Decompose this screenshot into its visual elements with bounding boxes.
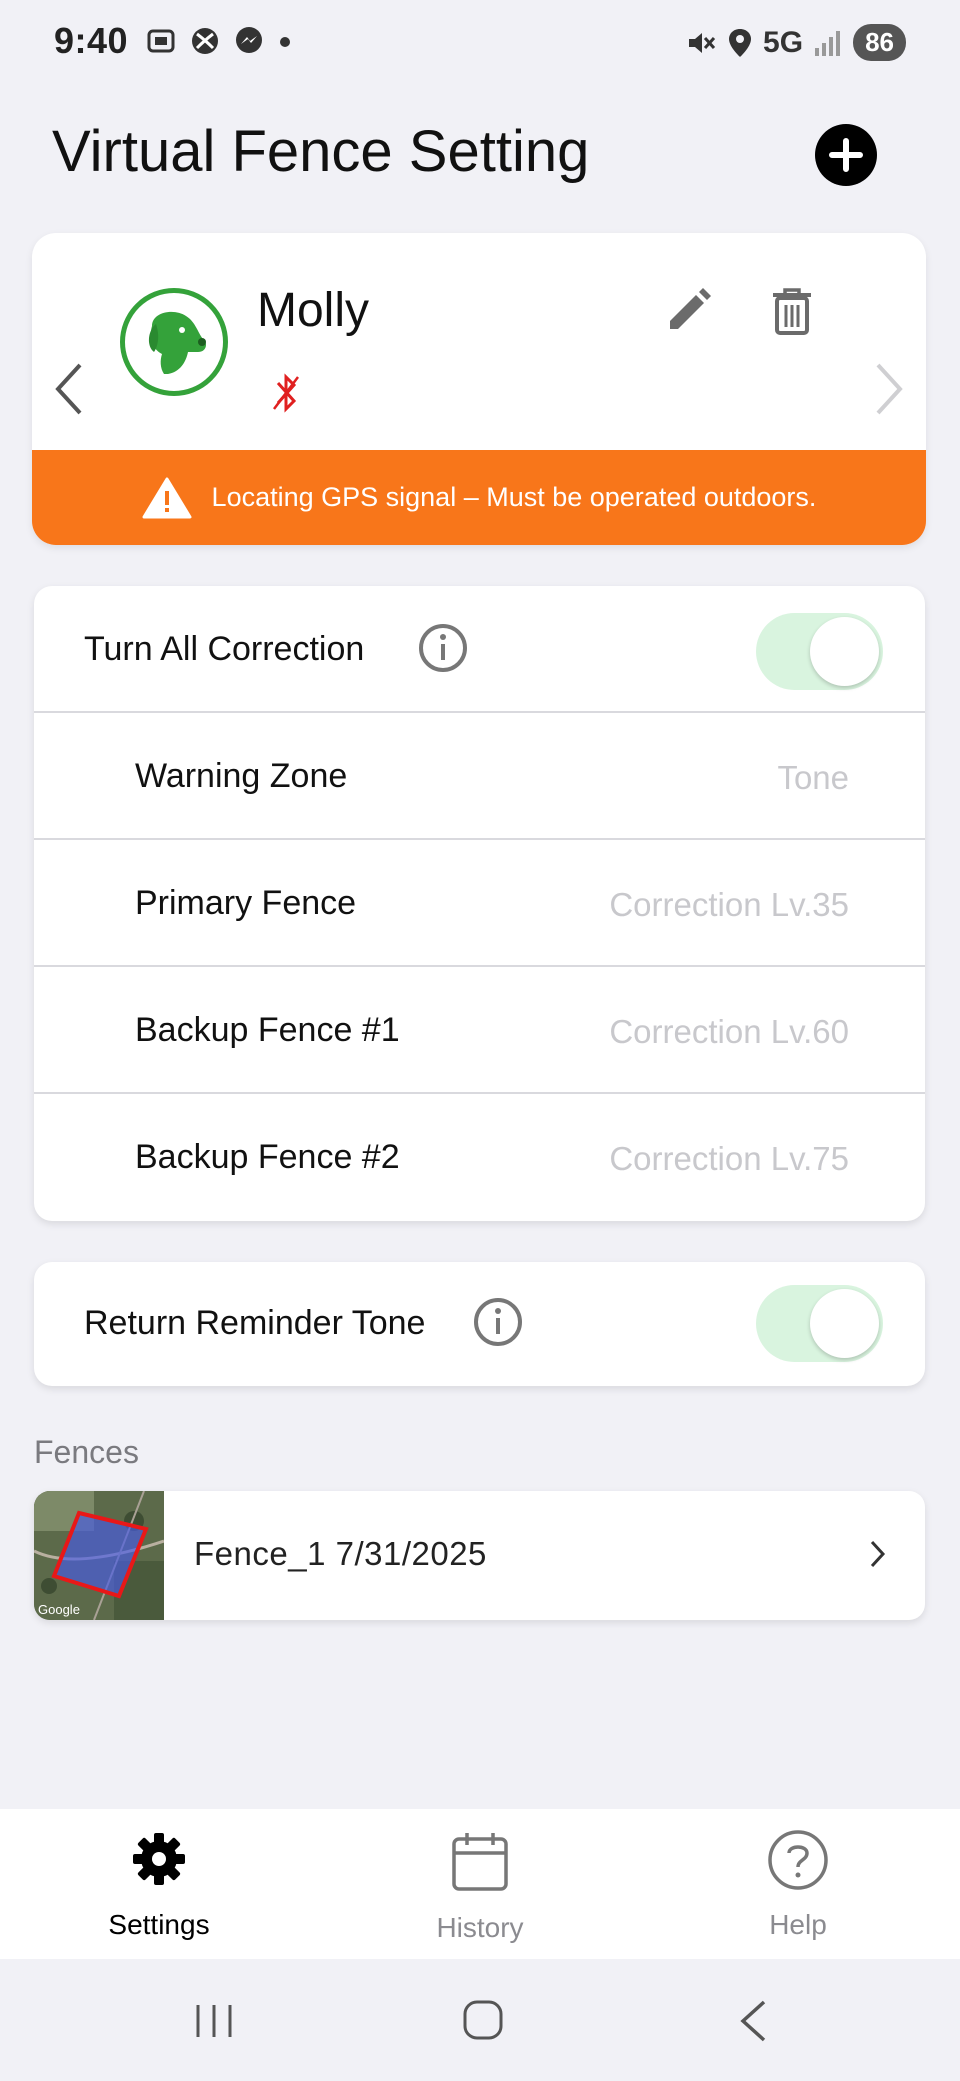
dot-icon (280, 37, 290, 47)
primary-fence-label: Primary Fence (135, 884, 357, 922)
toggle-knob (810, 1289, 879, 1358)
return-reminder-card: Return Reminder Tone (34, 1262, 925, 1386)
chevron-right-icon (870, 1540, 886, 1568)
pet-avatar (120, 288, 228, 396)
tab-history-label: History (436, 1912, 524, 1943)
screenshot-icon (147, 29, 175, 53)
info-icon[interactable] (417, 622, 469, 674)
turn-all-correction-row: Turn All Correction (34, 586, 925, 713)
mute-icon (689, 32, 716, 53)
status-right: 5G 86 (685, 24, 906, 61)
system-nav-bar (0, 1959, 960, 2081)
primary-fence-row[interactable]: Primary Fence Correction Lv.35 (34, 840, 925, 967)
messenger-icon (236, 27, 262, 53)
map-image: Google (34, 1491, 164, 1620)
bluetooth-disconnected-icon (273, 373, 299, 413)
fence-name: Fence_1 7/31/2025 (194, 1535, 487, 1572)
recent-apps-button[interactable] (192, 2003, 236, 2039)
backup-fence-1-label: Backup Fence #1 (135, 1011, 400, 1049)
tab-history[interactable]: History (380, 1809, 580, 1959)
warning-zone-value: Tone (777, 759, 849, 796)
help-icon (768, 1830, 828, 1890)
fence-list-item[interactable]: Google Fence_1 7/31/2025 (34, 1491, 925, 1620)
status-bar: 9:40 5G 86 (0, 0, 960, 90)
xbox-icon (192, 28, 218, 54)
backup-fence-2-row[interactable]: Backup Fence #2 Correction Lv.75 (34, 1094, 925, 1221)
return-reminder-label: Return Reminder Tone (84, 1304, 426, 1342)
warning-icon (142, 477, 192, 518)
bottom-tab-bar: Settings History Help (0, 1809, 960, 1959)
turn-all-correction-toggle[interactable] (756, 613, 883, 690)
toggle-knob (810, 617, 879, 686)
back-button[interactable] (738, 1999, 768, 2043)
correction-card: Turn All Correction Warning Zone Tone Pr… (34, 586, 925, 1221)
add-button[interactable] (815, 124, 877, 186)
battery-indicator: 86 (853, 24, 906, 61)
gps-warning-banner: Locating GPS signal – Must be operated o… (32, 450, 926, 545)
notification-icons (146, 26, 292, 56)
dog-icon (148, 311, 206, 374)
tab-help-label: Help (769, 1909, 827, 1940)
warning-zone-row[interactable]: Warning Zone Tone (34, 713, 925, 840)
tab-settings-label: Settings (108, 1909, 210, 1940)
primary-fence-value: Correction Lv.35 (609, 886, 849, 923)
return-reminder-toggle[interactable] (756, 1285, 883, 1362)
warning-zone-label: Warning Zone (135, 757, 348, 795)
plus-icon (829, 138, 863, 172)
gear-icon (133, 1833, 185, 1885)
signal-icon (815, 30, 841, 56)
backup-fence-2-value: Correction Lv.75 (609, 1140, 849, 1177)
delete-button[interactable] (767, 285, 817, 337)
page-title: Virtual Fence Setting (52, 119, 590, 184)
backup-fence-2-label: Backup Fence #2 (135, 1138, 400, 1176)
fences-heading: Fences (34, 1434, 139, 1470)
location-icon (729, 28, 752, 57)
gps-warning-text: Locating GPS signal – Must be operated o… (211, 482, 817, 512)
tab-settings[interactable]: Settings (59, 1809, 259, 1959)
next-pet-button[interactable] (874, 361, 904, 417)
edit-button[interactable] (662, 285, 714, 337)
calendar-icon (452, 1833, 508, 1891)
turn-all-correction-label: Turn All Correction (84, 630, 365, 668)
pet-name: Molly (257, 284, 370, 337)
tab-help[interactable]: Help (698, 1809, 898, 1959)
home-button[interactable] (462, 1999, 504, 2041)
status-time: 9:40 (54, 20, 129, 61)
network-label: 5G (763, 25, 804, 59)
pet-card: Molly Locating GPS signal – Must be oper… (32, 233, 926, 545)
fence-map-thumbnail: Google (34, 1491, 164, 1620)
backup-fence-1-value: Correction Lv.60 (609, 1013, 849, 1050)
backup-fence-1-row[interactable]: Backup Fence #1 Correction Lv.60 (34, 967, 925, 1094)
previous-pet-button[interactable] (54, 361, 84, 417)
info-icon[interactable] (472, 1296, 524, 1348)
map-credit: Google (38, 1602, 80, 1617)
